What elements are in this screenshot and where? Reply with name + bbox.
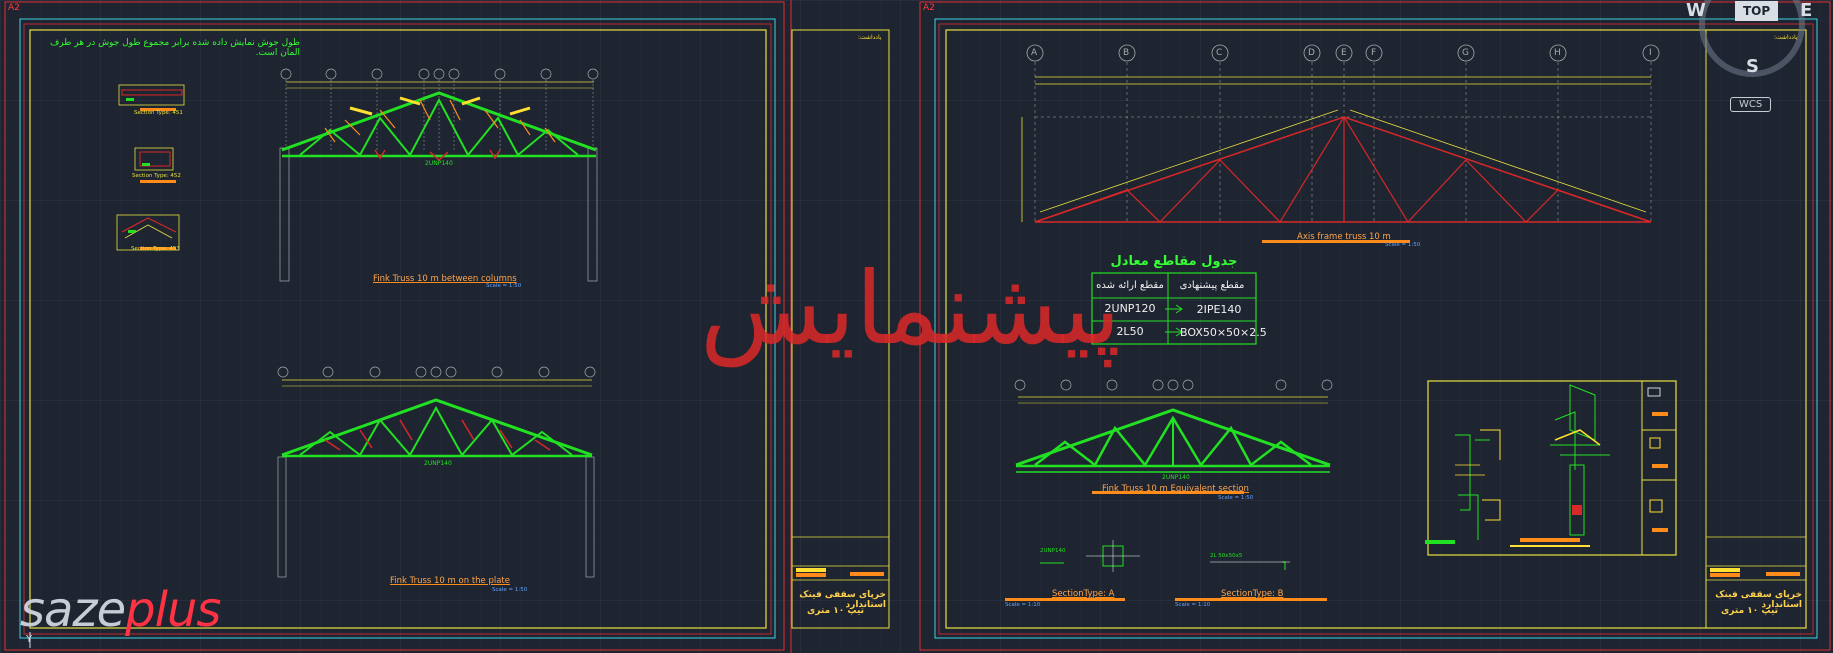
left-sheet-tag: A2 <box>8 3 20 13</box>
viewcube-top-face[interactable]: TOP <box>1735 1 1779 21</box>
left-project-subtitle: تیپ ۱۰ متری <box>807 606 864 616</box>
wcs-menu-button[interactable]: WCS <box>1730 97 1772 112</box>
viewcube-south[interactable]: S <box>1746 56 1759 77</box>
truss-bottom-scale: Scale = 1:50 <box>492 587 528 593</box>
truss-equiv-scale: Scale = 1:50 <box>1218 495 1254 501</box>
truss-equiv-member: 2UNP140 <box>1162 474 1190 481</box>
section-b-label: 2L 50x50x5 <box>1210 553 1243 559</box>
section-b-scale: Scale = 1:10 <box>1175 602 1211 608</box>
right-project-subtitle: تیپ ۱۰ متری <box>1721 606 1778 616</box>
section-a-caption: SectionType: A <box>1052 589 1115 599</box>
right-sheet-tag: A2 <box>923 3 935 13</box>
ucs-y-label: Y <box>26 634 33 645</box>
equiv-row-suggested: BOX50×50×2.5 <box>1180 326 1267 339</box>
sazeplus-logo: sazeplus <box>20 582 221 638</box>
viewcube-west[interactable]: W <box>1686 0 1706 21</box>
equiv-table-header-suggested: مقطع پیشنهادی <box>1179 280 1245 291</box>
section-label-451: Section Type: 451 <box>134 110 183 116</box>
axis-label: E <box>1341 48 1347 58</box>
logo-part-saze: saze <box>20 582 126 638</box>
viewcube-east[interactable]: E <box>1800 0 1812 21</box>
weld-note: طول جوش نمایش داده شده برابر مجموع طول ج… <box>49 38 300 58</box>
section-label-452: Section Type: 452 <box>132 173 181 179</box>
truss-top-member: 2UNP140 <box>425 160 453 167</box>
axis-label: I <box>1649 48 1652 58</box>
preview-watermark: پیشنمایش <box>700 250 1121 367</box>
left-title-block-label: یادداشت: <box>858 34 882 41</box>
truss-bottom-member: 2UNP140 <box>424 460 452 467</box>
section-a-scale: Scale = 1:10 <box>1005 602 1041 608</box>
section-b-caption: SectionType: B <box>1221 589 1284 599</box>
right-title-block-label: یادداشت: <box>1774 34 1798 41</box>
axis-label: H <box>1554 48 1561 58</box>
axis-label: B <box>1123 48 1130 58</box>
section-label-453: Section Type: 453 <box>131 246 180 252</box>
axis-label: F <box>1371 48 1377 58</box>
truss-bottom-caption: Fink Truss 10 m on the plate <box>390 576 510 586</box>
axis-frame-scale: Scale = 1:50 <box>1385 242 1421 248</box>
axis-label: G <box>1462 48 1469 58</box>
axis-frame-caption: Axis frame truss 10 m <box>1297 232 1391 242</box>
axis-label: D <box>1308 48 1315 58</box>
truss-equiv-caption: Fink Truss 10 m Equivalent section <box>1102 484 1249 494</box>
section-a-label: 2UNP140 <box>1040 548 1066 554</box>
equiv-row-suggested: 2IPE140 <box>1196 303 1242 316</box>
truss-top-scale: Scale = 1:50 <box>486 283 522 289</box>
axis-label: A <box>1031 48 1038 58</box>
logo-part-plus: plus <box>125 582 221 638</box>
axis-label: C <box>1216 48 1223 58</box>
